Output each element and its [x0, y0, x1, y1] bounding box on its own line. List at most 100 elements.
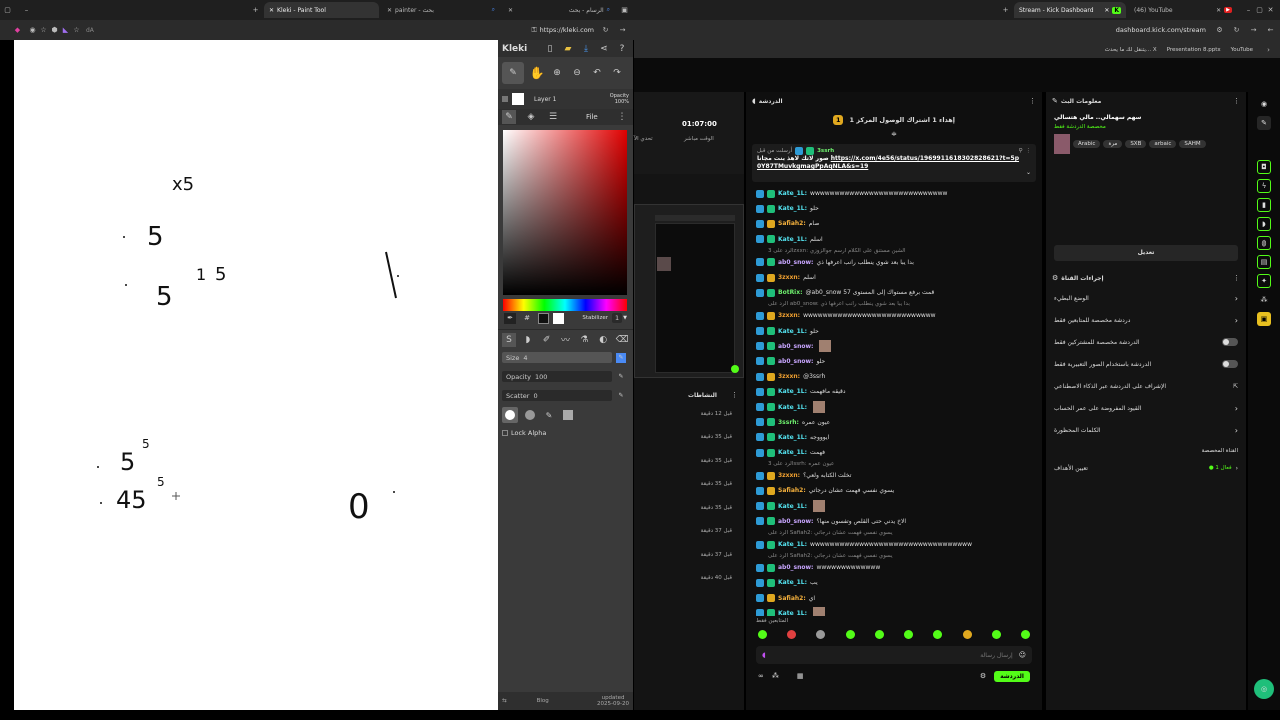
swap-icon[interactable]: ⇆ — [502, 698, 507, 704]
eraser-icon[interactable]: ⌫ — [615, 333, 629, 347]
more-icon[interactable]: ⋮ — [1029, 97, 1036, 105]
tune-icon[interactable]: ⚙ — [1214, 25, 1225, 36]
pinned-user[interactable]: 3ssrh — [817, 148, 834, 154]
file-tab[interactable]: File — [586, 113, 598, 121]
blog-link[interactable]: Blog — [537, 698, 549, 704]
opacity-slider[interactable]: Opacity 100 — [502, 371, 612, 382]
channel-action-item[interactable]: الإشراف على الدردشة عبر الذكاء الاصطناعي… — [1046, 375, 1246, 397]
emote-icon[interactable] — [787, 629, 797, 639]
extension-icon[interactable]: ◆ — [12, 25, 23, 36]
close-icon[interactable]: ✕ — [269, 7, 274, 14]
zoom-in-icon[interactable]: ⊕ — [550, 66, 564, 80]
emote-icon[interactable] — [874, 629, 884, 639]
sketchy-brush-icon[interactable]: ✐ — [540, 333, 554, 347]
close-icon[interactable]: ✕ — [1104, 7, 1109, 14]
layout-icon[interactable]: ▤ — [1257, 255, 1271, 269]
send-button[interactable]: الدردشة — [994, 670, 1030, 682]
adjust-tab-icon[interactable]: ☰ — [546, 110, 560, 124]
pinned-message[interactable]: أرسلت من قبل 3ssrh ⚲ ⋮ صور لاتك لاهذ بنت… — [752, 144, 1036, 182]
chat-username[interactable]: Kate_1L: — [778, 404, 807, 411]
stream-preview[interactable] — [634, 204, 744, 378]
chat-username[interactable]: Kate_1L: — [778, 328, 807, 335]
chevron-down-icon[interactable]: ⌄ — [1026, 169, 1031, 176]
tab-youtube[interactable]: (46) YouTube ✕ ▶ — [1129, 2, 1237, 18]
chevron-down-icon[interactable]: ▼ — [623, 315, 627, 321]
opacity-pressure-icon[interactable]: ✎ — [616, 372, 626, 382]
chat-username[interactable]: ab0_snow: — [778, 358, 813, 365]
share-icon[interactable]: ⋖ — [597, 42, 611, 56]
chat-username[interactable]: Kate_1L: — [778, 236, 807, 243]
tab-painter-ar-search[interactable]: ✕ الرسام - بحث ⌕ — [503, 2, 615, 18]
channel-action-item[interactable]: دردشة مخصصة للمتابعين فقط › — [1046, 309, 1246, 331]
pencil-shape-icon[interactable]: ✎ — [542, 408, 556, 422]
secondary-color-swatch[interactable] — [553, 312, 564, 324]
emote-icon[interactable] — [933, 629, 943, 639]
blend-brush-icon[interactable]: ◗ — [521, 333, 535, 347]
emote-icon[interactable] — [816, 629, 826, 639]
chat-username[interactable]: Safiah2: — [778, 595, 806, 602]
trash-icon[interactable]: ▮ — [1257, 198, 1271, 212]
color-picker-square[interactable] — [503, 130, 627, 295]
channel-action-item[interactable]: القيود المفروضة على عمر الحساب › — [1046, 397, 1246, 419]
bolt-icon[interactable]: ϟ — [1257, 179, 1271, 193]
right-address-bar[interactable]: dashboard.kick.com/stream — [1116, 26, 1206, 34]
gear-icon[interactable]: ⚙ — [980, 672, 986, 680]
layer-row[interactable]: Layer 1 Opacity 100% — [498, 89, 633, 109]
more-icon[interactable]: ⋮ — [1233, 274, 1240, 282]
external-link-icon[interactable]: ⇱ — [1233, 383, 1238, 390]
layers-tab-icon[interactable]: ◈ — [524, 110, 538, 124]
primary-color-swatch[interactable] — [538, 312, 549, 324]
chat-username[interactable]: 3zxxn: — [778, 472, 800, 479]
users-icon[interactable]: ⁂ — [1257, 293, 1271, 307]
edit-stream-button[interactable]: تعديل — [1054, 245, 1238, 261]
toggle-switch[interactable] — [1222, 338, 1238, 346]
chat-username[interactable]: Kate_1L: — [778, 205, 807, 212]
pen-brush-icon[interactable]: S — [502, 332, 516, 347]
chat-username[interactable]: Kate_1L: — [778, 579, 807, 586]
bookmark-presentation[interactable]: Presentation 8.pptx — [1167, 47, 1221, 53]
support-icon[interactable]: ◎ — [1254, 679, 1274, 699]
emoji-picker-icon[interactable]: ◖ — [762, 651, 766, 659]
extension-icon-3[interactable]: ◣ — [60, 25, 71, 36]
reload-icon[interactable]: ↻ — [1231, 25, 1242, 36]
audio-icon[interactable]: ⟬⟭ — [1257, 236, 1271, 250]
set-goals-item[interactable]: تعيين الأهداف ● فعال 1 › — [1046, 457, 1246, 479]
chevron-right-icon[interactable]: › — [1263, 45, 1274, 56]
pin-icon[interactable]: ⚲ — [1018, 148, 1022, 154]
square-shape-icon[interactable] — [560, 407, 576, 423]
help-icon[interactable]: ? — [615, 42, 629, 56]
chat-username[interactable]: 3zxxn: — [778, 274, 800, 281]
toggle-switch[interactable] — [1222, 360, 1238, 368]
round-shape-icon[interactable] — [502, 407, 518, 423]
tab-kleki[interactable]: ✕ Kleki - Paint Tool — [264, 2, 379, 18]
size-pressure-icon[interactable]: ✎ — [616, 352, 626, 363]
tab-search-icon[interactable]: ▣ — [619, 5, 630, 16]
emote-icon[interactable] — [845, 629, 855, 639]
more-icon[interactable]: ⋮ — [1233, 97, 1240, 105]
profile-icon[interactable]: ◉ — [27, 25, 38, 36]
new-tab-icon[interactable]: + — [250, 5, 261, 16]
more-icon[interactable]: ⋮ — [1026, 148, 1032, 154]
close-icon[interactable]: ✕ — [387, 7, 392, 14]
chat-input[interactable]: ◖ إرسال رسالة ☺ — [756, 646, 1032, 664]
hex-icon[interactable]: # — [520, 311, 534, 325]
wrench-icon[interactable]: ✦ — [1257, 274, 1271, 288]
soft-shape-icon[interactable] — [522, 407, 538, 423]
emote-icon[interactable] — [962, 629, 972, 639]
hand-tool-icon[interactable]: ✋ — [530, 66, 545, 80]
close-icon[interactable]: ✕ — [508, 7, 513, 14]
channel-action-item[interactable]: الكلمات المحظورة › — [1046, 419, 1246, 441]
reload-icon[interactable]: ↻ — [600, 25, 611, 36]
clapper-icon[interactable]: ▣ — [1257, 312, 1271, 326]
minimize-icon[interactable]: – — [21, 5, 32, 16]
bookmark-star-icon[interactable]: ☆ — [38, 25, 49, 36]
window-menu-icon[interactable]: ▢ — [2, 5, 13, 16]
chat-bubble-icon[interactable]: ◗ — [1257, 217, 1271, 231]
channel-action-item[interactable]: الدردشة مخصصة للمشتركين فقط — [1046, 331, 1246, 353]
emoji-icon[interactable]: ☺ — [1019, 651, 1026, 659]
chat-username[interactable]: 3ssrh: — [778, 419, 799, 426]
edit-icon[interactable]: ✎ — [1257, 116, 1271, 130]
scatter-slider[interactable]: Scatter 0 — [502, 390, 612, 401]
bookmark-icon[interactable]: ☆ — [71, 25, 82, 36]
window-close-icon[interactable]: ✕ — [1265, 5, 1276, 16]
